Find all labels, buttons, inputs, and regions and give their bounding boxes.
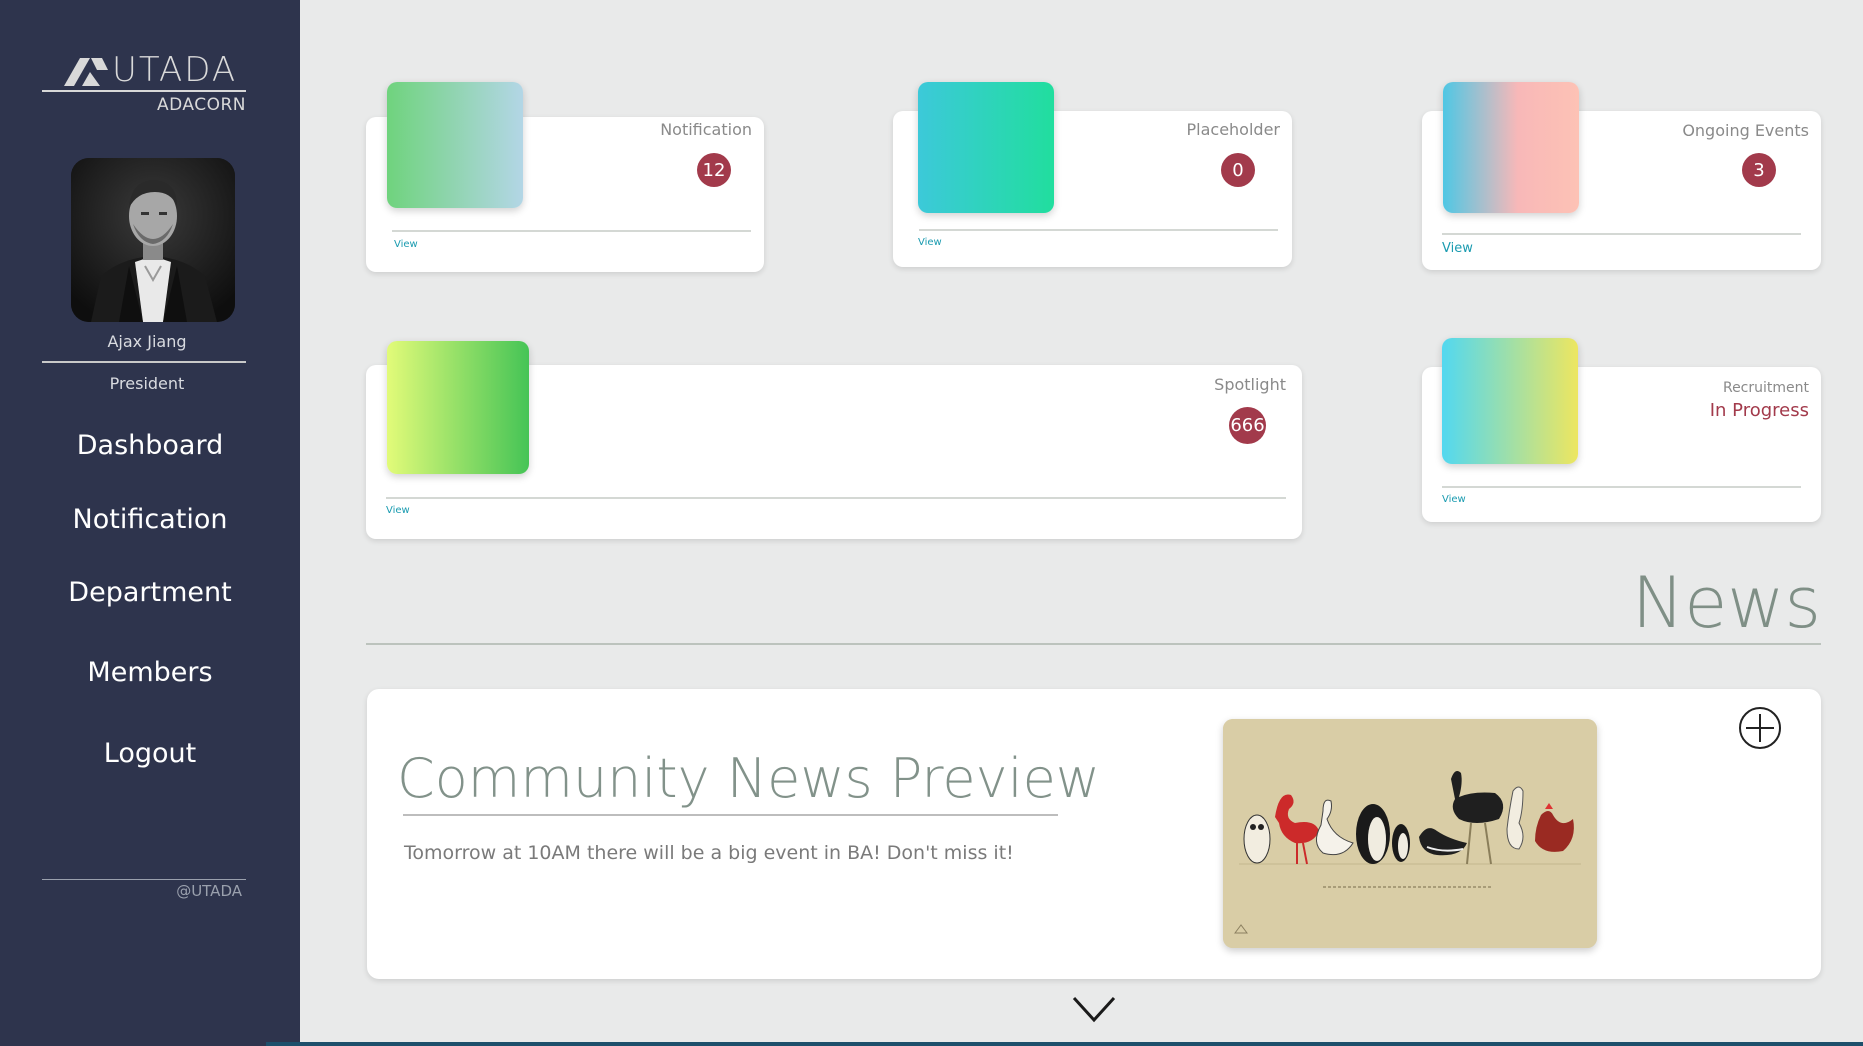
news-image[interactable] xyxy=(1223,719,1597,948)
footer-divider xyxy=(42,879,246,880)
card-title: Notification xyxy=(660,120,752,139)
nav-dashboard[interactable]: Dashboard xyxy=(0,430,300,461)
placeholder-swatch xyxy=(918,82,1054,213)
card-divider xyxy=(1442,233,1801,235)
avatar-portrait xyxy=(71,158,235,322)
card-title: Placeholder xyxy=(1186,120,1281,139)
user-role: President xyxy=(109,374,185,393)
brand-divider xyxy=(42,90,246,92)
avatar xyxy=(71,158,235,322)
sidebar: UTADA ADACORN Ajax Jiang President Dashb… xyxy=(0,0,300,1046)
card-divider xyxy=(392,230,751,232)
brand-sub: ADACORN xyxy=(156,95,246,115)
footer-credit: @UTADA xyxy=(176,882,242,900)
view-link[interactable]: View xyxy=(386,505,410,516)
placeholder-count-badge: 0 xyxy=(1221,153,1255,187)
brand-name: UTADA xyxy=(112,50,238,90)
card-title: Spotlight xyxy=(1214,375,1286,394)
card-divider xyxy=(1442,486,1801,488)
user-name: Ajax Jiang xyxy=(107,332,187,351)
notification-count-badge: 12 xyxy=(697,153,731,187)
news-body: Tomorrow at 10AM there will be a big eve… xyxy=(404,842,1014,864)
recruitment-status: In Progress xyxy=(1709,400,1809,421)
card-title: Recruitment xyxy=(1722,380,1809,396)
nav-notification[interactable]: Notification xyxy=(0,504,300,535)
add-circle-icon[interactable] xyxy=(1738,706,1782,750)
brand-logo: UTADA ADACORN xyxy=(42,50,246,122)
nav-members[interactable]: Members xyxy=(0,657,300,688)
card-title: Ongoing Events xyxy=(1682,121,1809,140)
user-divider xyxy=(42,361,246,363)
spotlight-count-badge: 666 xyxy=(1229,407,1266,444)
nav-logout[interactable]: Logout xyxy=(0,738,300,769)
spotlight-swatch xyxy=(387,341,529,474)
recruitment-swatch xyxy=(1442,338,1578,464)
notification-swatch xyxy=(387,82,523,208)
bottom-accent-bar xyxy=(266,1042,1863,1046)
logo-mark-icon xyxy=(64,58,108,86)
card-divider xyxy=(386,497,1286,499)
view-link[interactable]: View xyxy=(394,239,418,250)
news-heading: News xyxy=(1631,562,1821,644)
view-link[interactable]: View xyxy=(918,237,942,248)
news-card: Community News Preview Tomorrow at 10AM … xyxy=(367,689,1821,979)
ongoing-swatch xyxy=(1443,82,1579,213)
news-divider xyxy=(366,643,1821,645)
card-divider xyxy=(919,229,1278,231)
chevron-down-icon[interactable] xyxy=(1072,994,1116,1024)
view-link[interactable]: View xyxy=(1442,241,1473,256)
view-link[interactable]: View xyxy=(1442,494,1466,505)
birds-illustration xyxy=(1223,719,1597,948)
ongoing-count-badge: 3 xyxy=(1742,153,1776,187)
news-title-underline xyxy=(403,814,1058,816)
news-title: Community News Preview xyxy=(397,747,1100,810)
nav-department[interactable]: Department xyxy=(0,577,300,608)
